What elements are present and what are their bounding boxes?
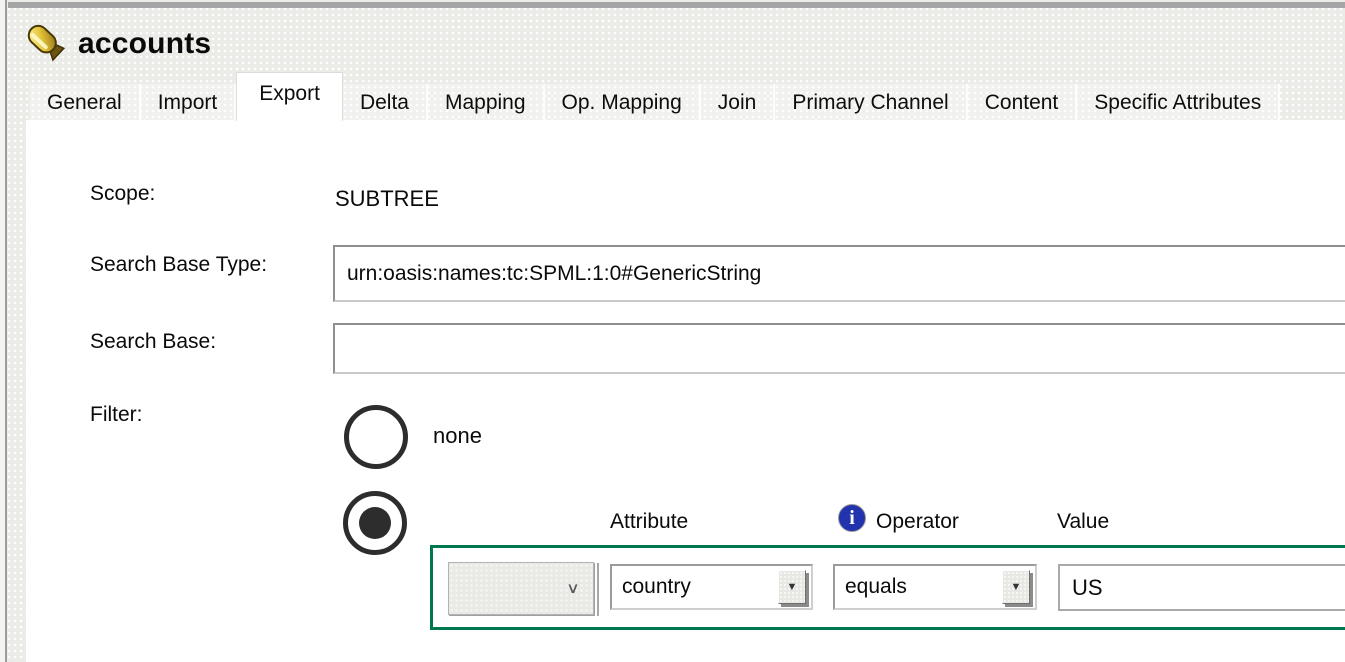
window-left-border <box>5 0 7 662</box>
attribute-column-header: Attribute <box>610 510 688 534</box>
tab-mapping[interactable]: Mapping <box>428 84 545 121</box>
search-base-type-label: Search Base Type: <box>90 253 267 277</box>
window-top-border <box>8 2 1345 8</box>
tab-general[interactable]: General <box>30 84 141 121</box>
radio-dot <box>359 507 391 539</box>
operator-dropdown[interactable]: equals ▼ <box>833 564 1037 610</box>
tab-content[interactable]: Content <box>968 84 1078 121</box>
filter-none-radio[interactable] <box>344 405 408 469</box>
dropdown-separator <box>597 563 599 616</box>
logic-connector-dropdown[interactable]: ∨ <box>448 562 594 615</box>
dropdown-arrow-icon[interactable]: ▼ <box>778 570 806 604</box>
filter-condition-radio[interactable] <box>343 491 407 555</box>
search-base-label: Search Base: <box>90 330 216 354</box>
operator-dropdown-value: equals <box>845 575 1002 599</box>
tab-join[interactable]: Join <box>701 84 776 121</box>
tab-export[interactable]: Export <box>236 72 343 121</box>
operator-column-header: Operator <box>876 510 959 534</box>
tab-op-mapping[interactable]: Op. Mapping <box>545 84 701 121</box>
scope-label: Scope: <box>90 182 155 206</box>
filter-none-label: none <box>433 423 482 449</box>
attribute-dropdown-value: country <box>622 575 778 599</box>
value-column-header: Value <box>1057 510 1109 534</box>
tab-primary-channel[interactable]: Primary Channel <box>775 84 967 121</box>
page-header: accounts <box>24 20 211 68</box>
radio-dot <box>360 421 392 453</box>
filter-label: Filter: <box>90 403 143 427</box>
page-title: accounts <box>78 27 211 61</box>
tab-bar: General Import Export Delta Mapping Op. … <box>30 73 1280 121</box>
attribute-dropdown[interactable]: country ▼ <box>610 564 813 610</box>
info-icon[interactable]: i <box>838 504 866 532</box>
tab-delta[interactable]: Delta <box>343 84 428 121</box>
chevron-down-icon: ∨ <box>566 579 580 597</box>
pencil-icon <box>24 20 68 68</box>
tab-specific-attributes[interactable]: Specific Attributes <box>1077 84 1280 121</box>
dropdown-arrow-icon[interactable]: ▼ <box>1002 570 1030 604</box>
scope-value: SUBTREE <box>335 186 439 212</box>
filter-value-text: US <box>1072 575 1103 601</box>
search-base-input[interactable] <box>333 323 1345 374</box>
tab-import[interactable]: Import <box>141 84 237 121</box>
filter-value-field[interactable]: US <box>1058 564 1345 611</box>
search-base-type-input[interactable] <box>333 245 1345 302</box>
